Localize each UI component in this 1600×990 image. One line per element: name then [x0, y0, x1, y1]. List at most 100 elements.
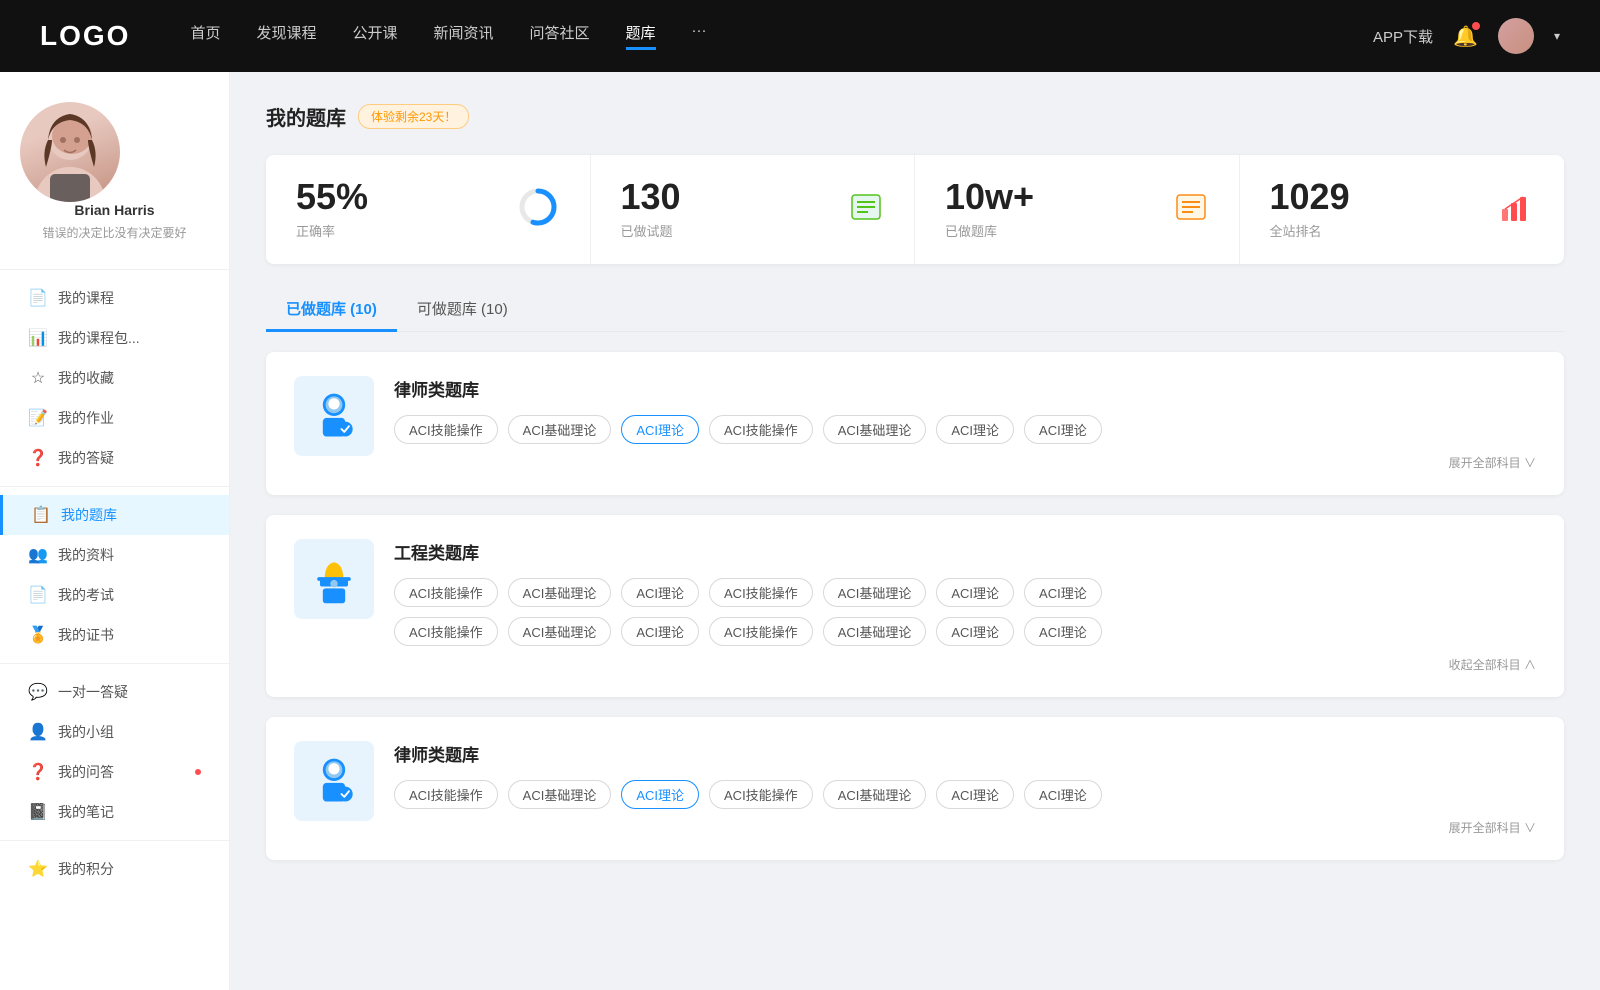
sidebar-item-my-courses[interactable]: 📄 我的课程 [0, 278, 229, 318]
bank-card-lawyer-2: 律师类题库 ACI技能操作 ACI基础理论 ACI理论 ACI技能操作 ACI基… [266, 717, 1564, 860]
sidebar-label-my-courses: 我的课程 [58, 288, 201, 308]
sidebar-item-my-questions[interactable]: ❓ 我的问答 [0, 752, 229, 792]
profile-motto: 错误的决定比没有决定要好 [20, 224, 209, 241]
stat-done-banks-label: 已做题库 [945, 221, 1157, 240]
sidebar-item-my-notes[interactable]: 📓 我的笔记 [0, 792, 229, 832]
bank-icon-lawyer-2 [294, 741, 374, 821]
nav-link-question-bank[interactable]: 题库 [626, 22, 656, 50]
tag-eng-r2-6[interactable]: ACI理论 [936, 617, 1014, 646]
expand-lawyer-2[interactable]: 展开全部科目 ∨ [394, 819, 1536, 836]
my-qa-icon: ❓ [28, 448, 48, 468]
nav-logo: LOGO [40, 20, 130, 52]
avatar [20, 102, 120, 202]
user-profile: Brian Harris 错误的决定比没有决定要好 [0, 102, 229, 261]
nav-link-home[interactable]: 首页 [190, 22, 220, 50]
bank-content-lawyer-2: 律师类题库 ACI技能操作 ACI基础理论 ACI理论 ACI技能操作 ACI基… [394, 741, 1536, 836]
tag-lawyer1-5[interactable]: ACI基础理论 [823, 415, 927, 444]
tag-lawyer1-3[interactable]: ACI理论 [621, 415, 699, 444]
tag-eng-r2-5[interactable]: ACI基础理论 [823, 617, 927, 646]
tag-eng-r1-3[interactable]: ACI理论 [621, 578, 699, 607]
sidebar-item-my-bank[interactable]: 📋 我的题库 [0, 495, 229, 535]
bank-content-engineer: 工程类题库 ACI技能操作 ACI基础理论 ACI理论 ACI技能操作 ACI基… [394, 539, 1536, 673]
tag-eng-r2-2[interactable]: ACI基础理论 [508, 617, 612, 646]
stat-accuracy-label: 正确率 [296, 221, 500, 240]
bank-tags-lawyer-2: ACI技能操作 ACI基础理论 ACI理论 ACI技能操作 ACI基础理论 AC… [394, 780, 1536, 809]
sidebar-divider-3 [0, 663, 229, 664]
tag-eng-r1-2[interactable]: ACI基础理论 [508, 578, 612, 607]
notification-bell[interactable]: 🔔 [1453, 24, 1478, 49]
bank-icon-lawyer [294, 376, 374, 456]
sidebar-item-my-qa[interactable]: ❓ 我的答疑 [0, 438, 229, 478]
tag-eng-r1-1[interactable]: ACI技能操作 [394, 578, 498, 607]
bank-content-lawyer-1: 律师类题库 ACI技能操作 ACI基础理论 ACI理论 ACI技能操作 ACI基… [394, 376, 1536, 471]
tag-lawyer2-3[interactable]: ACI理论 [621, 780, 699, 809]
tag-lawyer1-4[interactable]: ACI技能操作 [709, 415, 813, 444]
bank-tags-eng-row1: ACI技能操作 ACI基础理论 ACI理论 ACI技能操作 ACI基础理论 AC… [394, 578, 1536, 607]
sidebar-item-my-profile[interactable]: 👥 我的资料 [0, 535, 229, 575]
tag-eng-r2-7[interactable]: ACI理论 [1024, 617, 1102, 646]
stat-done-questions-text: 130 已做试题 [621, 179, 833, 240]
tag-eng-r2-1[interactable]: ACI技能操作 [394, 617, 498, 646]
nav-link-qa[interactable]: 问答社区 [530, 22, 590, 50]
tag-lawyer2-1[interactable]: ACI技能操作 [394, 780, 498, 809]
sidebar-item-my-packages[interactable]: 📊 我的课程包... [0, 318, 229, 358]
bank-title-engineer: 工程类题库 [394, 539, 1536, 564]
sidebar-label-my-packages: 我的课程包... [58, 328, 201, 348]
list-green-icon [848, 189, 884, 230]
tag-eng-r2-3[interactable]: ACI理论 [621, 617, 699, 646]
user-menu-chevron[interactable]: ▾ [1554, 29, 1560, 43]
bar-red-icon [1498, 189, 1534, 230]
nav-link-open[interactable]: 公开课 [352, 22, 397, 50]
nav-link-news[interactable]: 新闻资讯 [434, 22, 494, 50]
tag-lawyer2-4[interactable]: ACI技能操作 [709, 780, 813, 809]
my-packages-icon: 📊 [28, 328, 48, 348]
tag-lawyer2-7[interactable]: ACI理论 [1024, 780, 1102, 809]
user-avatar[interactable] [1498, 18, 1534, 54]
stat-rank: 1029 全站排名 [1240, 155, 1565, 264]
bank-card-engineer: 工程类题库 ACI技能操作 ACI基础理论 ACI理论 ACI技能操作 ACI基… [266, 515, 1564, 697]
nav-link-more[interactable]: ··· [692, 22, 707, 50]
sidebar: Brian Harris 错误的决定比没有决定要好 📄 我的课程 📊 我的课程包… [0, 72, 230, 990]
stat-accuracy: 55% 正确率 [266, 155, 591, 264]
tab-available-banks[interactable]: 可做题库 (10) [397, 288, 528, 331]
nav-link-discover[interactable]: 发现课程 [256, 22, 316, 50]
tag-lawyer2-6[interactable]: ACI理论 [936, 780, 1014, 809]
sidebar-item-my-exam[interactable]: 📄 我的考试 [0, 575, 229, 615]
sidebar-item-my-cert[interactable]: 🏅 我的证书 [0, 615, 229, 655]
tag-lawyer1-6[interactable]: ACI理论 [936, 415, 1014, 444]
tag-lawyer2-5[interactable]: ACI基础理论 [823, 780, 927, 809]
sidebar-label-my-cert: 我的证书 [58, 625, 201, 645]
stat-done-questions-label: 已做试题 [621, 221, 833, 240]
trial-badge: 体验剩余23天！ [358, 104, 469, 129]
tag-lawyer1-1[interactable]: ACI技能操作 [394, 415, 498, 444]
bank-card-header: 律师类题库 ACI技能操作 ACI基础理论 ACI理论 ACI技能操作 ACI基… [294, 376, 1536, 471]
tag-eng-r2-4[interactable]: ACI技能操作 [709, 617, 813, 646]
collapse-engineer[interactable]: 收起全部科目 ∧ [394, 656, 1536, 673]
sidebar-item-my-homework[interactable]: 📝 我的作业 [0, 398, 229, 438]
tag-lawyer2-2[interactable]: ACI基础理论 [508, 780, 612, 809]
tag-eng-r1-4[interactable]: ACI技能操作 [709, 578, 813, 607]
sidebar-item-my-favorites[interactable]: ☆ 我的收藏 [0, 358, 229, 398]
app-download-link[interactable]: APP下载 [1373, 26, 1433, 47]
page-layout: Brian Harris 错误的决定比没有决定要好 📄 我的课程 📊 我的课程包… [0, 0, 1600, 990]
sidebar-item-my-points[interactable]: ⭐ 我的积分 [0, 849, 229, 889]
my-questions-icon: ❓ [28, 762, 48, 782]
sidebar-item-one-on-one[interactable]: 💬 一对一答疑 [0, 672, 229, 712]
expand-lawyer-1[interactable]: 展开全部科目 ∨ [394, 454, 1536, 471]
stat-done-questions-value: 130 [621, 179, 833, 215]
profile-name: Brian Harris [20, 202, 209, 218]
bank-icon-engineer [294, 539, 374, 619]
tab-done-banks[interactable]: 已做题库 (10) [266, 288, 397, 332]
bank-tags-lawyer-1: ACI技能操作 ACI基础理论 ACI理论 ACI技能操作 ACI基础理论 AC… [394, 415, 1536, 444]
tag-lawyer1-7[interactable]: ACI理论 [1024, 415, 1102, 444]
stat-done-questions: 130 已做试题 [591, 155, 916, 264]
tag-eng-r1-6[interactable]: ACI理论 [936, 578, 1014, 607]
tag-lawyer1-2[interactable]: ACI基础理论 [508, 415, 612, 444]
sidebar-divider-2 [0, 486, 229, 487]
sidebar-item-my-group[interactable]: 👤 我的小组 [0, 712, 229, 752]
tag-eng-r1-5[interactable]: ACI基础理论 [823, 578, 927, 607]
sidebar-label-my-bank: 我的题库 [61, 505, 201, 525]
bank-title-lawyer-2: 律师类题库 [394, 741, 1536, 766]
stat-accuracy-text: 55% 正确率 [296, 179, 500, 240]
tag-eng-r1-7[interactable]: ACI理论 [1024, 578, 1102, 607]
